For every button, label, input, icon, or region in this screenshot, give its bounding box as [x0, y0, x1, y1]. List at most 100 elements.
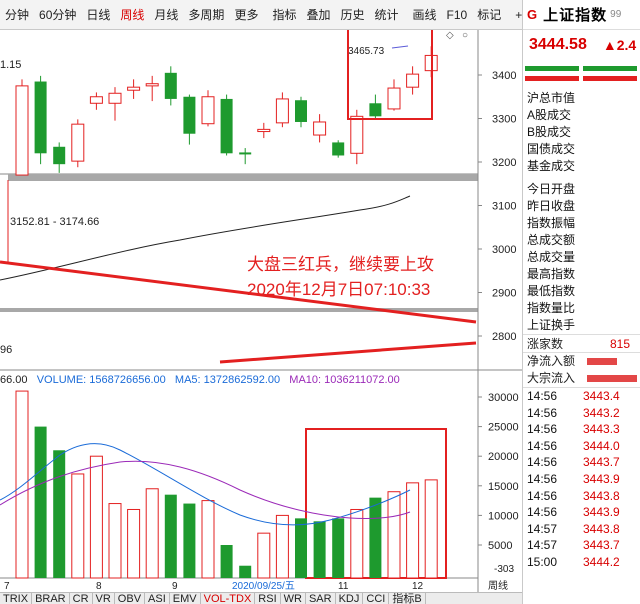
toolbar-button-3[interactable]: 周线 [115, 0, 149, 29]
indicator-tab-wr[interactable]: WR [281, 593, 306, 604]
indicator-tab-obv[interactable]: OBV [115, 593, 146, 604]
toolbar-button-8[interactable]: 叠加 [301, 0, 335, 29]
annotation-line-2: 2020年12月7日07:10:33 [247, 280, 431, 299]
volume-negative-label: -303 [494, 564, 514, 575]
price-axis-label: 3000 [492, 244, 516, 256]
tick-price: 3443.7 [583, 538, 620, 553]
kline-chart[interactable]: 3400 3300 3200 3100 3000 2900 2800 3465.73 30000… [0, 30, 522, 604]
toolbar-button-9[interactable]: 历史 [335, 0, 369, 29]
toolbar-button-2[interactable]: 日线 [81, 0, 115, 29]
price-axis-label: 3400 [492, 70, 516, 82]
tick-row: 14:57 3443.7 [523, 537, 640, 554]
toolbar-button-10[interactable]: 统计 [370, 0, 404, 29]
toolbar-button-14[interactable]: +自选 [510, 0, 522, 29]
indicator-tab-asi[interactable]: ASI [145, 593, 170, 604]
volume-axis-label: 20000 [488, 451, 519, 463]
indicator-tab-emv[interactable]: EMV [170, 593, 201, 604]
tick-price: 3443.2 [583, 405, 620, 420]
volume-bar [15, 390, 29, 579]
tick-time: 14:56 [527, 389, 558, 403]
toolbar-button-7[interactable]: 指标 [267, 0, 301, 29]
quote-panel: G 上证指数 99 3444.58 ▲2.4 沪总市值 A股成交 B股成交 国债成交基… [522, 0, 640, 604]
indicator-tab-rsi[interactable]: RSI [255, 593, 281, 604]
price-axis-label: 2800 [492, 331, 516, 343]
indicator-tab-指标b[interactable]: 指标B [389, 593, 426, 604]
volume-bar [387, 491, 401, 579]
volume-bar [108, 503, 122, 579]
toolbar-button-0[interactable]: 分钟 [0, 0, 34, 29]
index-info-row: 指数振幅 [527, 216, 576, 230]
index-info-row: 昨日收盘 [527, 199, 576, 213]
candle-body [275, 98, 289, 124]
chart-canvas[interactable]: 3400 3300 3200 3100 3000 2900 2800 3465.73 30000… [0, 30, 522, 604]
volume-bar [350, 508, 364, 579]
stock-header: G 上证指数 99 [523, 0, 640, 30]
tick-price: 3443.3 [583, 422, 620, 437]
volume-bar [295, 518, 307, 578]
chart-settings-icon: ◇ [446, 30, 454, 41]
flow-list: 净流入额 大宗流入 [523, 353, 640, 387]
tick-time: 15:00 [527, 554, 558, 569]
indicator-tab-brar[interactable]: BRAR [32, 593, 70, 604]
volume-bar [164, 494, 177, 578]
flow-label: 大宗流入 [527, 371, 576, 385]
tick-price: 3443.9 [583, 505, 620, 520]
candle-body [239, 152, 252, 155]
stock-code: 99 [610, 9, 622, 20]
info-row: B股成交 [527, 125, 572, 139]
high-arrow [391, 45, 409, 49]
volume-bar [71, 473, 85, 579]
stock-name: 上证指数 [543, 7, 608, 24]
indicator-tab-kdj[interactable]: KDJ [336, 593, 364, 604]
indicator-tab-cci[interactable]: CCI [363, 593, 390, 604]
volume-header: 66.00 VOLUME: 1568726656.00 MA5: 1372862… [0, 372, 482, 388]
candle-body [127, 86, 141, 91]
candle-body [108, 92, 122, 104]
x-axis-label: 9 [172, 581, 178, 592]
volume-axis-label: 10000 [488, 510, 519, 522]
sell-bar-right [583, 66, 637, 71]
volume-axis-label: 15000 [488, 481, 519, 493]
sell-bar-left [525, 66, 579, 71]
toolbar-button-13[interactable]: 标记 [472, 0, 506, 29]
toolbar-button-4[interactable]: 月线 [149, 0, 183, 29]
index-info-row: 最高指数 [527, 267, 576, 281]
volume-axis-label: 30000 [488, 392, 519, 404]
price-axis-label: 3200 [492, 157, 516, 169]
volume-bar [127, 508, 141, 579]
volume-bar [313, 521, 326, 578]
index-info-row: 上证换手 [527, 318, 576, 332]
volume-bar [332, 518, 345, 578]
index-info-row: 最低指数 [527, 284, 576, 298]
toolbar-button-5[interactable]: 多周期 [183, 0, 229, 29]
toolbar-button-11[interactable]: 画线 [408, 0, 442, 29]
candle-body [295, 100, 307, 122]
toolbar-button-12[interactable]: F10 [442, 0, 473, 29]
flow-row: 大宗流入 [523, 370, 640, 387]
indicator-tab-vol-tdx[interactable]: VOL-TDX [201, 593, 256, 604]
tick-price: 3443.7 [583, 455, 620, 470]
info-row: A股成交 [527, 108, 572, 122]
x-axis-label: 11 [338, 581, 349, 592]
price-axis-label: 2900 [492, 288, 516, 300]
top-left-value: 1.15 [0, 59, 22, 71]
range-label: 3152.81 - 3174.66 [10, 216, 100, 228]
toolbar-button-6[interactable]: 更多 [229, 0, 263, 29]
tick-row: 14:56 3443.9 [523, 471, 640, 488]
candle-body [332, 142, 345, 156]
x-axis-label: 8 [96, 581, 102, 592]
indicator-tab-vr[interactable]: VR [93, 593, 115, 604]
toolbar-button-1[interactable]: 60分钟 [34, 0, 81, 29]
tick-time: 14:57 [527, 521, 558, 536]
volume-bar [406, 482, 420, 579]
indicator-tab-sar[interactable]: SAR [306, 593, 336, 604]
index-info-list: 今日开盘 昨日收盘 指数振幅 总成交额 总成交量 最高指数 最低指数 指数量比 上证换手 [523, 181, 640, 334]
high-price-label: 3465.73 [348, 46, 385, 57]
tick-row: 14:56 3443.4 [523, 388, 640, 405]
ma5-value: MA5: 1372862592.00 [174, 374, 281, 386]
indicator-tab-trix[interactable]: TRIX [0, 593, 33, 604]
candle-body [15, 85, 29, 176]
tick-price: 3444.0 [583, 438, 620, 453]
candle-body [387, 87, 401, 110]
indicator-tab-cr[interactable]: CR [70, 593, 93, 604]
